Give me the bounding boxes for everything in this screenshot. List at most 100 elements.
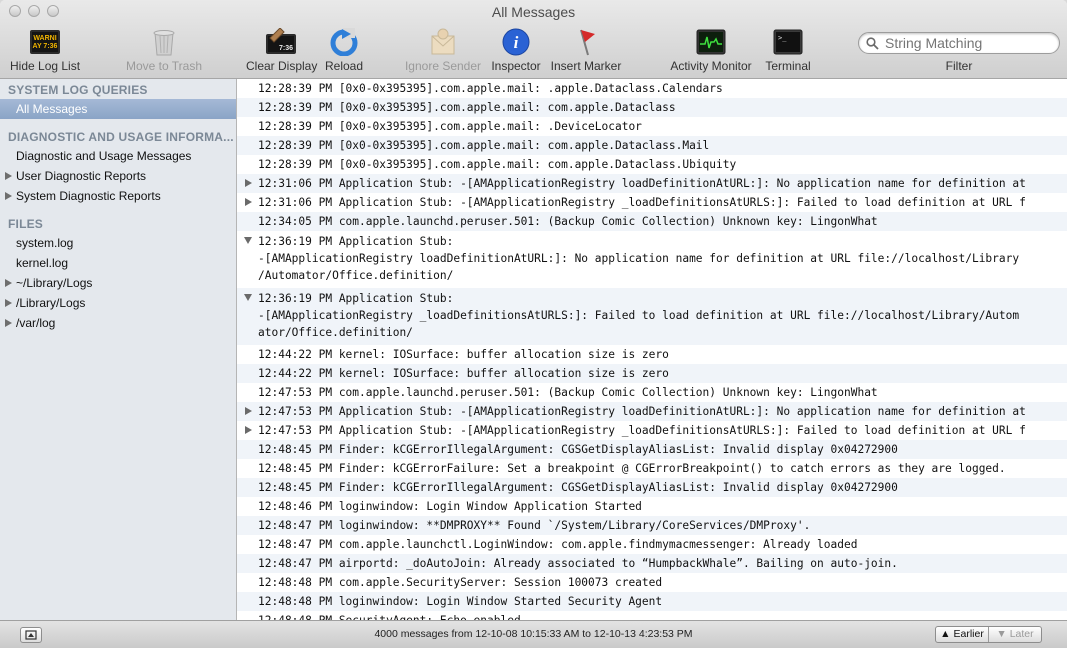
log-line-text: 12:48:45 PM Finder: kCGErrorFailure: Set…: [258, 462, 1006, 475]
sidebar-item-kernel-log[interactable]: kernel.log: [0, 253, 236, 273]
sidebar-item-all-messages[interactable]: All Messages: [0, 99, 236, 119]
disclosure-triangle-icon[interactable]: [245, 426, 252, 434]
log-row[interactable]: 12:47:53 PM Application Stub: -[AMApplic…: [237, 402, 1067, 421]
log-row[interactable]: 12:28:39 PM [0x0-0x395395].com.apple.mai…: [237, 117, 1067, 136]
clear-icon-text: 7:36: [279, 45, 293, 52]
search-icon: [866, 37, 879, 50]
log-line-text: 12:48:47 PM com.apple.launchctl.LoginWin…: [258, 538, 858, 551]
sidebar-item-label: System Diagnostic Reports: [16, 189, 161, 203]
later-button[interactable]: ▼ Later: [989, 627, 1041, 642]
hide-log-list-label: Hide Log List: [10, 59, 81, 73]
earlier-label: Earlier: [953, 628, 984, 640]
inspector-button[interactable]: i Inspector: [490, 26, 542, 76]
log-row[interactable]: 12:36:19 PM Application Stub: -[AMApplica…: [237, 231, 1067, 288]
sidebar-item-user-diagnostic-reports[interactable]: User Diagnostic Reports: [0, 166, 236, 186]
hide-icon-text: WARNI AY 7:36: [33, 35, 58, 50]
activity-monitor-button[interactable]: Activity Monitor: [668, 26, 754, 76]
disclosure-triangle-icon[interactable]: [5, 299, 12, 307]
sidebar-item-library-logs[interactable]: /Library/Logs: [0, 293, 236, 313]
sidebar-item-label: ~/Library/Logs: [16, 276, 93, 290]
log-row[interactable]: 12:48:45 PM Finder: kCGErrorIllegalArgum…: [237, 478, 1067, 497]
sidebar-item-diagnostic-usage-messages[interactable]: Diagnostic and Usage Messages: [0, 146, 236, 166]
log-row[interactable]: 12:34:05 PM com.apple.launchd.peruser.50…: [237, 212, 1067, 231]
section-diagnostic-usage: DIAGNOSTIC AND USAGE INFORMA...: [8, 130, 234, 144]
log-line-text: 12:31:06 PM Application Stub: -[AMApplic…: [258, 196, 1026, 209]
log-line-text: 12:47:53 PM com.apple.launchd.peruser.50…: [258, 386, 878, 399]
log-row[interactable]: 12:36:19 PM Application Stub: -[AMApplica…: [237, 288, 1067, 345]
log-line-text: 12:44:22 PM kernel: IOSurface: buffer al…: [258, 367, 669, 380]
sidebar-item-system-log[interactable]: system.log: [0, 233, 236, 253]
log-row[interactable]: 12:28:39 PM [0x0-0x395395].com.apple.mai…: [237, 155, 1067, 174]
log-line-text: 12:47:53 PM Application Stub: -[AMApplic…: [258, 405, 1026, 418]
sidebar-item-user-library-logs[interactable]: ~/Library/Logs: [0, 273, 236, 293]
terminal-button[interactable]: >_ Terminal: [762, 26, 814, 76]
log-row[interactable]: 12:48:45 PM Finder: kCGErrorFailure: Set…: [237, 459, 1067, 478]
log-line-text: 12:47:53 PM Application Stub: -[AMApplic…: [258, 424, 1026, 437]
log-row[interactable]: 12:44:22 PM kernel: IOSurface: buffer al…: [237, 364, 1067, 383]
move-to-trash-label: Move to Trash: [125, 59, 203, 73]
info-icon: i: [502, 28, 530, 56]
log-line-text: 12:28:39 PM [0x0-0x395395].com.apple.mai…: [258, 101, 676, 114]
up-arrow-icon: ▲: [940, 628, 951, 640]
move-to-trash-button[interactable]: Move to Trash: [125, 26, 203, 76]
disclosure-triangle-icon[interactable]: [5, 279, 12, 287]
hide-log-list-button[interactable]: WARNI AY 7:36 Hide Log List: [10, 26, 80, 76]
earlier-button[interactable]: ▲ Earlier: [936, 627, 989, 642]
log-line-text: 12:36:19 PM Application Stub:: [258, 292, 454, 305]
sidebar-item-label: Diagnostic and Usage Messages: [16, 149, 192, 163]
disclosure-triangle-icon[interactable]: [244, 237, 252, 244]
svg-text:i: i: [514, 33, 519, 52]
insert-marker-button[interactable]: Insert Marker: [550, 26, 622, 76]
log-row[interactable]: 12:48:48 PM com.apple.SecurityServer: Se…: [237, 573, 1067, 592]
sidebar-item-label: /Library/Logs: [16, 296, 86, 310]
search-input[interactable]: [885, 34, 1050, 52]
disclosure-triangle-icon[interactable]: [245, 407, 252, 415]
log-row[interactable]: 12:48:47 PM airportd: _doAutoJoin: Alrea…: [237, 554, 1067, 573]
log-line-text: ator/Office.definition/: [258, 326, 413, 339]
console-window: All Messages WARNI AY 7:36 Hide Log List …: [0, 0, 1067, 648]
clear-display-icon: 7:36: [266, 28, 296, 54]
log-line-text: 12:48:45 PM Finder: kCGErrorIllegalArgum…: [258, 443, 898, 456]
log-line-text: 12:28:39 PM [0x0-0x395395].com.apple.mai…: [258, 139, 710, 152]
inspector-label: Inspector: [491, 59, 541, 73]
sidebar-item-system-diagnostic-reports[interactable]: System Diagnostic Reports: [0, 186, 236, 206]
log-row[interactable]: 12:28:39 PM [0x0-0x395395].com.apple.mai…: [237, 79, 1067, 98]
log-line-text: 12:28:39 PM [0x0-0x395395].com.apple.mai…: [258, 82, 723, 95]
disclosure-triangle-icon[interactable]: [245, 198, 252, 206]
disclosure-triangle-icon[interactable]: [245, 179, 252, 187]
reload-button[interactable]: Reload: [324, 26, 364, 76]
reload-label: Reload: [324, 59, 364, 73]
log-message-list[interactable]: 12:28:39 PM [0x0-0x395395].com.apple.mai…: [237, 79, 1067, 620]
log-row[interactable]: 12:31:06 PM Application Stub: -[AMApplic…: [237, 193, 1067, 212]
show-hide-sidebar-button[interactable]: [20, 627, 42, 643]
disclosure-triangle-icon[interactable]: [244, 294, 252, 301]
disclosure-triangle-icon[interactable]: [5, 192, 12, 200]
log-row[interactable]: 12:48:48 PM loginwindow: Login Window St…: [237, 592, 1067, 611]
flag-icon: [580, 29, 595, 56]
ignore-sender-button[interactable]: Ignore Sender: [404, 26, 482, 76]
log-row[interactable]: 12:48:47 PM loginwindow: **DMPROXY** Fou…: [237, 516, 1067, 535]
log-row[interactable]: 12:48:47 PM com.apple.launchctl.LoginWin…: [237, 535, 1067, 554]
search-field[interactable]: [858, 32, 1060, 54]
log-row[interactable]: 12:48:46 PM loginwindow: Login Window Ap…: [237, 497, 1067, 516]
log-row[interactable]: 12:44:22 PM kernel: IOSurface: buffer al…: [237, 345, 1067, 364]
log-line-text: 12:28:39 PM [0x0-0x395395].com.apple.mai…: [258, 158, 737, 171]
log-line-text: /Automator/Office.definition/: [258, 269, 454, 282]
activity-monitor-icon: [696, 29, 726, 55]
sidebar-item-var-log[interactable]: /var/log: [0, 313, 236, 333]
log-row[interactable]: 12:28:39 PM [0x0-0x395395].com.apple.mai…: [237, 98, 1067, 117]
disclosure-triangle-icon[interactable]: [5, 319, 12, 327]
log-row[interactable]: 12:48:48 PM SecurityAgent: Echo enabled: [237, 611, 1067, 620]
sidebar-item-label: system.log: [16, 236, 74, 250]
clear-display-label: Clear Display: [246, 59, 318, 73]
log-row[interactable]: 12:47:53 PM com.apple.launchd.peruser.50…: [237, 383, 1067, 402]
log-row[interactable]: 12:48:45 PM Finder: kCGErrorIllegalArgum…: [237, 440, 1067, 459]
log-row[interactable]: 12:31:06 PM Application Stub: -[AMApplic…: [237, 174, 1067, 193]
sidebar-item-label: User Diagnostic Reports: [16, 169, 147, 183]
log-row[interactable]: 12:47:53 PM Application Stub: -[AMApplic…: [237, 421, 1067, 440]
log-line-text: -[AMApplicationRegistry _loadDefinitions…: [258, 309, 1020, 322]
log-line-text: 12:36:19 PM Application Stub:: [258, 235, 454, 248]
log-row[interactable]: 12:28:39 PM [0x0-0x395395].com.apple.mai…: [237, 136, 1067, 155]
disclosure-triangle-icon[interactable]: [5, 172, 12, 180]
clear-display-button[interactable]: 7:36 Clear Display: [246, 26, 318, 76]
